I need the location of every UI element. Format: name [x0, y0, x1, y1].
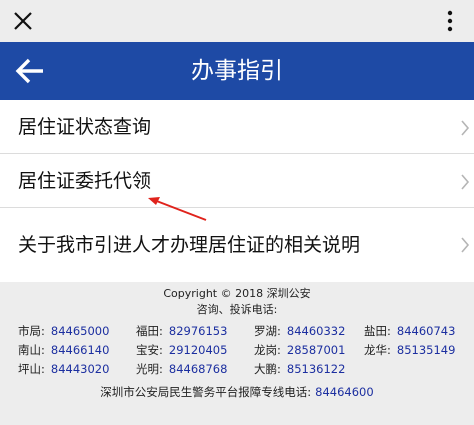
hotline: 深圳市公安局民生警务平台报障专线电话: 84464600	[0, 384, 474, 400]
contact-name: 坪山:	[18, 362, 45, 376]
app-header: 办事指引	[0, 42, 474, 100]
menu-item-label: 居住证委托代领	[18, 170, 152, 192]
contact-phone[interactable]: 82976153	[169, 324, 228, 338]
contact-item: 南山: 84466140	[18, 341, 109, 360]
contact-name: 南山:	[18, 343, 45, 357]
menu-item-proxy-pickup[interactable]: 居住证委托代领	[0, 154, 474, 208]
more-vertical-icon[interactable]	[446, 10, 454, 32]
contact-item: 大鹏: 85136122	[254, 360, 345, 379]
contact-phone[interactable]: 84443020	[51, 362, 110, 376]
contact-phone[interactable]: 29120405	[169, 343, 228, 357]
hotline-label: 深圳市公安局民生警务平台报障专线电话:	[100, 385, 312, 399]
menu-item-status-query[interactable]: 居住证状态查询	[0, 100, 474, 154]
contact-item: 坪山: 84443020	[18, 360, 109, 379]
contact-phone[interactable]: 28587001	[287, 343, 346, 357]
contact-phone[interactable]: 85136122	[287, 362, 346, 376]
chevron-right-icon	[461, 174, 470, 190]
contact-item: 盐田: 84460743	[364, 322, 455, 341]
contact-name: 大鹏:	[254, 362, 281, 376]
contact-name: 福田:	[136, 324, 163, 338]
contact-name: 市局:	[18, 324, 45, 338]
contact-row: 市局: 84465000 福田: 82976153 罗湖: 84460332 盐田: 8…	[0, 322, 474, 341]
contact-grid: 市局: 84465000 福田: 82976153 罗湖: 84460332 盐田: 8…	[0, 322, 474, 379]
top-bar	[0, 0, 474, 42]
contact-phone[interactable]: 84465000	[51, 324, 110, 338]
contact-name: 光明:	[136, 362, 163, 376]
page-title: 办事指引	[191, 58, 283, 84]
contact-name: 罗湖:	[254, 324, 281, 338]
contact-item: 龙岗: 28587001	[254, 341, 345, 360]
menu-item-label: 居住证状态查询	[18, 116, 152, 138]
guide-menu: 居住证状态查询 居住证委托代领 关于我市引进人才办理居住证的相关说明	[0, 100, 474, 282]
contact-item: 福田: 82976153	[136, 322, 227, 341]
consult-label: 咨询、投诉电话:	[196, 303, 278, 316]
contact-phone[interactable]: 84460743	[397, 324, 456, 338]
contact-item: 龙华: 85135149	[364, 341, 455, 360]
menu-item-talent-instructions[interactable]: 关于我市引进人才办理居住证的相关说明	[0, 208, 474, 282]
contact-item: 光明: 84468768	[136, 360, 227, 379]
contact-item: 宝安: 29120405	[136, 341, 227, 360]
footer: Copyright © 2018 深圳公安 咨询、投诉电话: 市局: 844650…	[0, 284, 474, 425]
annotation-arrow	[148, 197, 207, 221]
contact-name: 宝安:	[136, 343, 163, 357]
contact-phone[interactable]: 84460332	[287, 324, 346, 338]
contact-name: 龙岗:	[254, 343, 281, 357]
contact-name: 盐田:	[364, 324, 391, 338]
chevron-right-icon	[461, 120, 470, 136]
contact-item: 市局: 84465000	[18, 322, 109, 341]
contact-row: 南山: 84466140 宝安: 29120405 龙岗: 28587001 龙华: 8…	[0, 341, 474, 360]
contact-phone[interactable]: 84466140	[51, 343, 110, 357]
contact-phone[interactable]: 84468768	[169, 362, 228, 376]
close-icon[interactable]	[8, 6, 38, 36]
contact-phone[interactable]: 85135149	[397, 343, 456, 357]
contact-item: 罗湖: 84460332	[254, 322, 345, 341]
chevron-right-icon	[461, 237, 470, 253]
contact-row: 坪山: 84443020 光明: 84468768 大鹏: 85136122	[0, 360, 474, 379]
copyright-text: Copyright © 2018 深圳公安	[163, 287, 311, 300]
hotline-phone[interactable]: 84464600	[315, 385, 374, 399]
contact-name: 龙华:	[364, 343, 391, 357]
